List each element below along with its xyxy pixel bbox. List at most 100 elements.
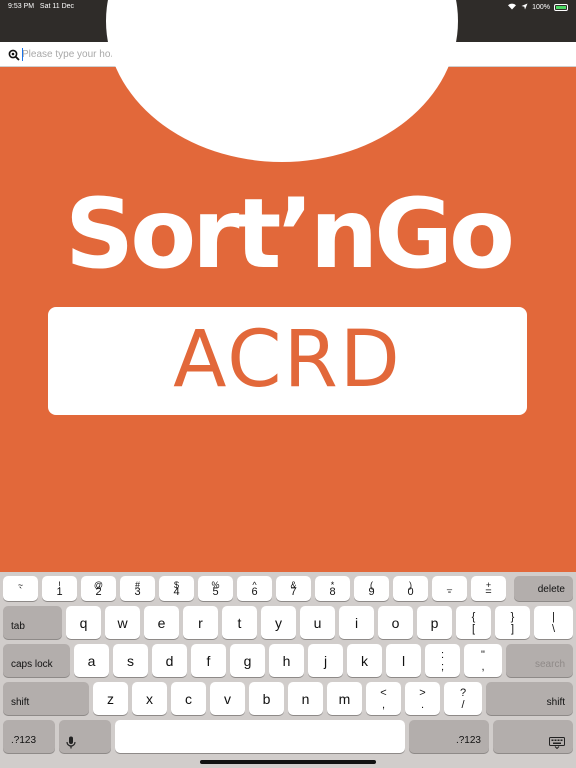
shift-key-right[interactable]: shift	[486, 682, 573, 715]
key-d[interactable]: d	[152, 644, 187, 677]
key-5[interactable]: % 5	[198, 576, 233, 601]
key-bottom: ,	[381, 699, 386, 711]
key-v[interactable]: v	[210, 682, 245, 715]
key-e[interactable]: e	[144, 606, 179, 639]
key-a[interactable]: a	[74, 644, 109, 677]
key-bottom: 9	[368, 586, 375, 598]
status-date: Sat 11 Dec	[39, 3, 75, 10]
key-9[interactable]: ( 9	[354, 576, 389, 601]
key-x[interactable]: x	[132, 682, 167, 715]
text-caret	[22, 48, 23, 61]
space-bar[interactable]	[115, 720, 405, 753]
key-j[interactable]: j	[308, 644, 343, 677]
key-bottom: 2	[95, 586, 102, 598]
key-1[interactable]: ! 1	[42, 576, 77, 601]
delete-key[interactable]: delete	[514, 576, 573, 601]
key-label: u	[313, 614, 322, 631]
key-6[interactable]: ^ 6	[237, 576, 272, 601]
key-3[interactable]: # 3	[120, 576, 155, 601]
key-left-bracket[interactable]: { [	[456, 606, 491, 639]
key-top: <	[380, 687, 387, 699]
key-7[interactable]: & 7	[276, 576, 311, 601]
key-label: a	[87, 652, 96, 669]
key-semicolon[interactable]: : ;	[425, 644, 460, 677]
key-f[interactable]: f	[191, 644, 226, 677]
key-top: ?	[459, 687, 467, 699]
key-z[interactable]: z	[93, 682, 128, 715]
key-label: shift	[546, 697, 565, 708]
key-y[interactable]: y	[261, 606, 296, 639]
key-bottom: ]	[510, 623, 515, 635]
key-2[interactable]: @ 2	[81, 576, 116, 601]
key-g[interactable]: g	[230, 644, 265, 677]
status-time-date: 9:53 PM Sat 11 Dec	[8, 3, 74, 10]
key-h[interactable]: h	[269, 644, 304, 677]
key-q[interactable]: q	[66, 606, 101, 639]
key-bottom: /	[461, 699, 465, 711]
key-4[interactable]: $ 4	[159, 576, 194, 601]
key-top: >	[419, 687, 426, 699]
caps-lock-key[interactable]: caps lock	[3, 644, 70, 677]
key-label: e	[157, 614, 166, 631]
key-s[interactable]: s	[113, 644, 148, 677]
dictation-key[interactable]	[59, 720, 111, 753]
key-label: s	[127, 652, 134, 669]
key-l[interactable]: l	[386, 644, 421, 677]
key-right-bracket[interactable]: } ]	[495, 606, 530, 639]
key-bottom: 7	[290, 586, 297, 598]
key-top: |	[552, 611, 555, 623]
key-bottom: 3	[134, 586, 141, 598]
key-w[interactable]: w	[105, 606, 140, 639]
key-c[interactable]: c	[171, 682, 206, 715]
key-top: "	[481, 649, 485, 661]
key-b[interactable]: b	[249, 682, 284, 715]
key-top: :	[440, 649, 445, 661]
key-period[interactable]: > .	[405, 682, 440, 715]
brand-wordmark: Sort’nGo	[65, 178, 515, 290]
key-label: m	[338, 690, 351, 707]
key-k[interactable]: k	[347, 644, 382, 677]
key-label: r	[198, 614, 203, 631]
key-label: g	[243, 652, 252, 669]
key-minus[interactable]: _ -	[432, 576, 467, 601]
key-backtick[interactable]: ~ `	[3, 576, 38, 601]
plug-logo-icon	[106, 0, 458, 162]
key-n[interactable]: n	[288, 682, 323, 715]
key-bottom: [	[471, 623, 476, 635]
key-bottom: 0	[407, 586, 414, 598]
key-m[interactable]: m	[327, 682, 362, 715]
key-comma[interactable]: < ,	[366, 682, 401, 715]
key-equals[interactable]: + =	[471, 576, 506, 601]
shift-key-left[interactable]: shift	[3, 682, 89, 715]
key-bottom: -	[447, 586, 452, 598]
numbers-key-left[interactable]: .?123	[3, 720, 55, 753]
key-slash[interactable]: ? /	[444, 682, 482, 715]
key-i[interactable]: i	[339, 606, 374, 639]
key-label: j	[323, 652, 328, 669]
key-quote[interactable]: " ,	[464, 644, 502, 677]
key-backslash[interactable]: | \	[534, 606, 573, 639]
key-r[interactable]: r	[183, 606, 218, 639]
key-bottom: ;	[440, 661, 445, 673]
acrd-text: ACRD	[173, 315, 402, 405]
key-bottom: 5	[212, 586, 219, 598]
key-label: w	[117, 614, 128, 631]
numbers-key-right[interactable]: .?123	[409, 720, 489, 753]
key-label: d	[165, 652, 174, 669]
key-u[interactable]: u	[300, 606, 335, 639]
key-label: n	[301, 690, 310, 707]
key-0[interactable]: ) 0	[393, 576, 428, 601]
tab-key[interactable]: tab	[3, 606, 62, 639]
key-label: z	[107, 690, 114, 707]
key-label: delete	[537, 584, 565, 595]
keyboard-dismiss-icon	[549, 736, 565, 754]
key-t[interactable]: t	[222, 606, 257, 639]
key-o[interactable]: o	[378, 606, 413, 639]
dismiss-keyboard-key[interactable]	[493, 720, 573, 753]
key-label: tab	[11, 621, 25, 632]
key-label: search	[534, 659, 565, 670]
search-key[interactable]: search	[506, 644, 573, 677]
key-8[interactable]: * 8	[315, 576, 350, 601]
key-p[interactable]: p	[417, 606, 452, 639]
key-bottom: 1	[56, 586, 63, 598]
